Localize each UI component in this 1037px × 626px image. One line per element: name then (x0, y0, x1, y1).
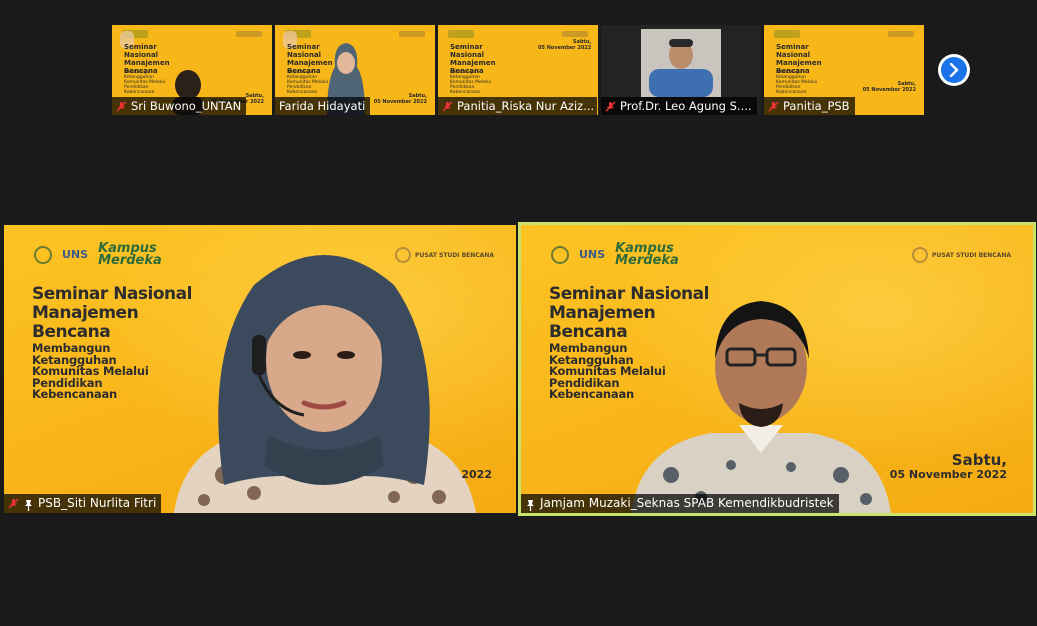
participant-name: Prof.Dr. Leo Agung S.... (620, 99, 752, 113)
slide-date: Sabtu, 05 November 2022 (538, 39, 592, 51)
speaker-tile[interactable]: UNS Kampus Merdeka PUSAT STUDI BENCANA S… (4, 225, 516, 513)
slide-date-partial: 2022 (461, 468, 492, 481)
speaker-name: Jamjam Muzaki_Seknas SPAB Kemendikbudris… (540, 496, 834, 510)
participant-name: Sri Buwono_UNTAN (131, 99, 242, 113)
psb-logo-text: PUSAT STUDI BENCANA (932, 251, 1011, 259)
next-page-button[interactable] (938, 54, 970, 86)
speaker-name: PSB_Siti Nurlita Fitri (38, 496, 157, 510)
uns-seal-icon (34, 246, 52, 264)
active-speaker-tile[interactable]: UNS Kampus Merdeka PUSAT STUDI BENCANA S… (518, 222, 1036, 516)
pin-icon (525, 498, 536, 511)
participant-nametag: Panitia_PSB (764, 97, 855, 115)
slide-subtitle: Membangun Ketangguhan Komunitas Melalui … (32, 341, 149, 401)
mic-muted-icon (442, 101, 453, 112)
participant-thumbnail[interactable]: Seminar Nasional Manajemen Bencana Memba… (438, 25, 598, 115)
slide-date: Sabtu, 05 November 2022 (862, 81, 916, 93)
participant-name: Panitia_Riska Nur Aziz... (457, 99, 595, 113)
psb-logo: PUSAT STUDI BENCANA (912, 247, 1011, 263)
pin-icon (23, 498, 34, 511)
psb-seal-icon (912, 247, 929, 263)
slide-logo (888, 31, 914, 37)
uns-seal-icon (551, 246, 569, 264)
slide-date-text: 05 November 2022 (889, 468, 1007, 481)
participant-name: Farida Hidayati (279, 99, 366, 113)
participant-thumbnail[interactable]: Prof.Dr. Leo Agung S.... (601, 25, 761, 115)
uns-logo: UNS (62, 248, 89, 261)
kampus-merdeka-logo: Kampus Merdeka (98, 241, 162, 268)
kampus-merdeka-logo: Kampus Merdeka (615, 241, 679, 268)
participant-video (641, 29, 721, 97)
chevron-right-icon (941, 57, 967, 83)
participant-thumbnail[interactable]: Seminar Nasional Manajemen Bencana Memba… (112, 25, 272, 115)
slide-day: Sabtu, (951, 451, 1007, 469)
participant-thumbnail[interactable]: Seminar Nasional Manajemen Bencana Memba… (275, 25, 435, 115)
mic-muted-icon (8, 498, 19, 509)
participant-name: Panitia_PSB (783, 99, 850, 113)
speaker-video (631, 301, 891, 513)
slide-logo (562, 31, 588, 37)
slide-logo (236, 31, 262, 37)
speaker-nametag: Jamjam Muzaki_Seknas SPAB Kemendikbudris… (521, 494, 839, 513)
slide-date: Sabtu, 05 November 2022 (373, 93, 427, 105)
participant-nametag: Sri Buwono_UNTAN (112, 97, 247, 115)
participant-nametag: Panitia_Riska Nur Aziz... (438, 97, 597, 115)
slide-subtitle: Membangun Ketangguhan Komunitas Melalui … (776, 70, 818, 95)
slide-logos: UNS Kampus Merdeka (551, 241, 679, 268)
mic-muted-icon (605, 101, 616, 112)
slide-date: Sabtu, 05 November 2022 (890, 452, 1007, 481)
slide-logo (399, 31, 425, 37)
mic-muted-icon (116, 101, 127, 112)
participant-nametag: Prof.Dr. Leo Agung S.... (601, 97, 757, 115)
mic-muted-icon (768, 101, 779, 112)
speaker-nametag: PSB_Siti Nurlita Fitri (4, 494, 162, 513)
participant-thumbnail[interactable]: Seminar Nasional Manajemen Bencana Memba… (764, 25, 924, 115)
slide-logo (774, 30, 800, 38)
participant-strip: Seminar Nasional Manajemen Bencana Memba… (112, 25, 924, 115)
speaker-video (174, 255, 476, 513)
uns-logo: UNS (579, 248, 606, 261)
slide-logos: UNS Kampus Merdeka (34, 241, 162, 268)
participant-nametag: Farida Hidayati (275, 97, 371, 115)
slide-logo (448, 30, 474, 38)
slide-subtitle: Membangun Ketangguhan Komunitas Melalui … (450, 70, 492, 95)
